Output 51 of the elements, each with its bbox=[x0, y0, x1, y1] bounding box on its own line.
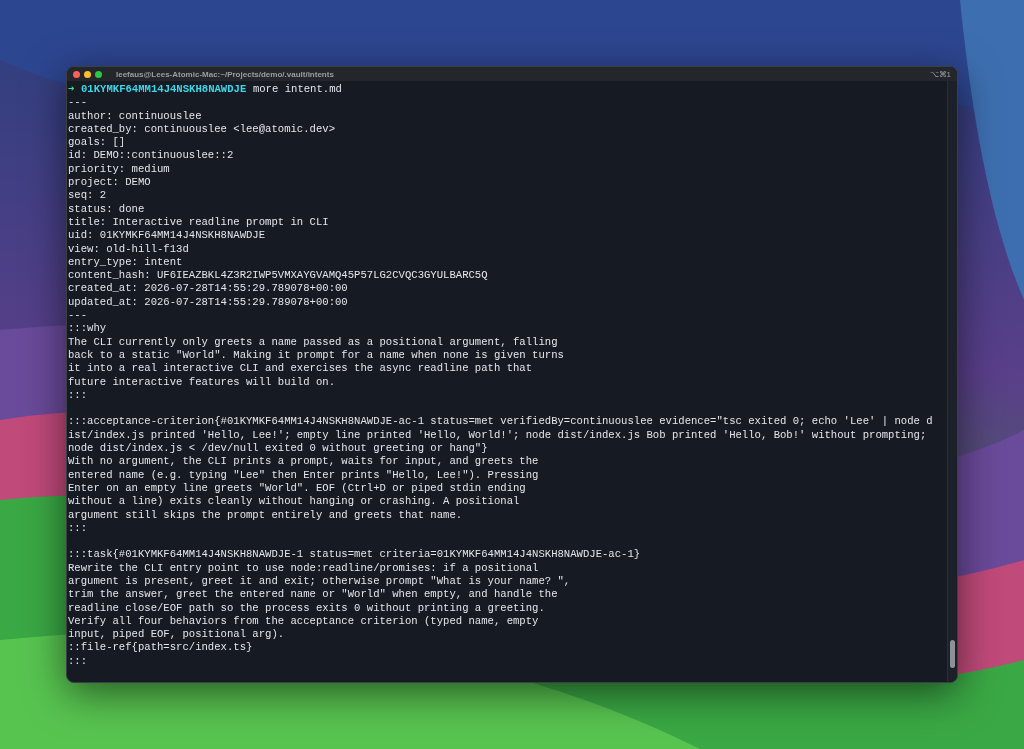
output-line: input, piped EOF, positional arg). bbox=[68, 628, 286, 642]
output-line: ::: bbox=[68, 388, 89, 403]
output-line: argument is present, greet it and exit; otherwise prompt "What is your name? ", bbox=[68, 575, 572, 589]
output-line: readline close/EOF path so the process exits 0 without printing a greeting. bbox=[68, 601, 546, 615]
output-line: title: Interactive readline prompt in CLI bbox=[68, 215, 330, 230]
output-line: content_hash: UF6IEAZBKL4Z3R2IWP5VMXAYGVAMQ45P57LG2CVQC3GYULBARC5Q bbox=[68, 269, 489, 283]
output-line: Verify all four behaviors from the acceptance criterion (typed name, empty bbox=[68, 614, 540, 629]
output-line: argument still skips the prompt entirely and greets that name. bbox=[68, 508, 464, 522]
prompt-arrow: ➜ bbox=[68, 83, 75, 97]
output-line: ::file-ref{path=src/index.ts} bbox=[68, 641, 254, 655]
output-line: id: DEMO::continuouslee::2 bbox=[68, 149, 235, 163]
command-text: more intent.md bbox=[252, 83, 342, 97]
shortcut-label: ⌥⌘1 bbox=[929, 69, 951, 79]
minimize-button[interactable] bbox=[84, 70, 91, 78]
output-line: :::acceptance-criterion{#01KYMKF64MM14J4NSKH8NAWDJE-ac-1 status=met verifiedBy=continuouslee evidence="tsc exited 0; echo 'Lee' | node d bbox=[68, 415, 934, 429]
output-line: ::: bbox=[68, 521, 89, 536]
output-line: entered name (e.g. typing "Lee" then Enter prints "Hello, Lee!"). Pressing bbox=[68, 468, 540, 482]
output-line: updated_at: 2026-07-28T14:55:29.789078+00:00 bbox=[68, 295, 349, 310]
output-line: view: old-hill-f13d bbox=[68, 242, 190, 256]
output-line: seq: 2 bbox=[68, 189, 108, 203]
output-line: --- bbox=[68, 309, 89, 323]
window-title: leefaus@Lees-Atomic-Mac:~/Projects/demo/.vault/intents bbox=[116, 69, 334, 79]
output-line: The CLI currently only greets a name passed as a positional argument, falling bbox=[68, 335, 559, 349]
output-line: uid: 01KYMKF64MM14J4NSKH8NAWDJE bbox=[68, 229, 267, 243]
output-line: goals: [] bbox=[68, 136, 127, 150]
output-line: ist/index.js printed 'Hello, Lee!'; empty line printed 'Hello, World!'; node dist/index.js Bob printed 'Hello, Bob!' without prompting; bbox=[68, 428, 928, 442]
output-line: priority: medium bbox=[68, 162, 171, 177]
output-line: entry_type: intent bbox=[68, 255, 184, 270]
output-line: --- bbox=[68, 96, 89, 110]
maximize-button[interactable] bbox=[95, 70, 102, 78]
output-line: author: continuouslee bbox=[68, 109, 203, 123]
output-line: without a line) exits cleanly without hanging or crashing. A positional bbox=[68, 495, 521, 509]
output-line: future interactive features will build on. bbox=[68, 375, 336, 389]
close-button[interactable] bbox=[73, 70, 80, 78]
directory-name: 01KYMKF64MM14J4NSKH8NAWDJE bbox=[81, 83, 247, 97]
output-line: back to a static "World". Making it prompt for a name when none is given turns bbox=[68, 348, 565, 363]
output-line: created_at: 2026-07-28T14:55:29.789078+00:00 bbox=[68, 282, 349, 296]
output-line: project: DEMO bbox=[68, 176, 152, 190]
output-line: it into a real interactive CLI and exercises the async readline path that bbox=[68, 362, 534, 376]
output-line: :::task{#01KYMKF64MM14J4NSKH8NAWDJE-1 status=met criteria=01KYMKF64MM14J4NSKH8NAWDJE-ac-1} bbox=[68, 548, 642, 562]
output-line: With no argument, the CLI prints a prompt, waits for input, and greets the bbox=[68, 455, 540, 469]
scrollbar[interactable] bbox=[947, 81, 957, 682]
output-line: :::why bbox=[68, 322, 108, 336]
output-line: Rewrite the CLI entry point to use node:readline/promises: if a positional bbox=[68, 561, 540, 575]
output-line: status: done bbox=[68, 202, 146, 216]
output-line: created_by: continuouslee <lee@atomic.dev> bbox=[68, 122, 336, 137]
scrollbar-thumb[interactable] bbox=[950, 640, 955, 668]
output-line: node dist/index.js < /dev/null exited 0 without greeting or hang"} bbox=[68, 442, 489, 456]
output-line: Enter on an empty line greets "World". EOF (Ctrl+D or piped stdin ending bbox=[68, 481, 527, 496]
output-line: ::: bbox=[68, 654, 89, 669]
output-line: trim the answer, greet the entered name or "World" when empty, and handle the bbox=[68, 588, 559, 602]
